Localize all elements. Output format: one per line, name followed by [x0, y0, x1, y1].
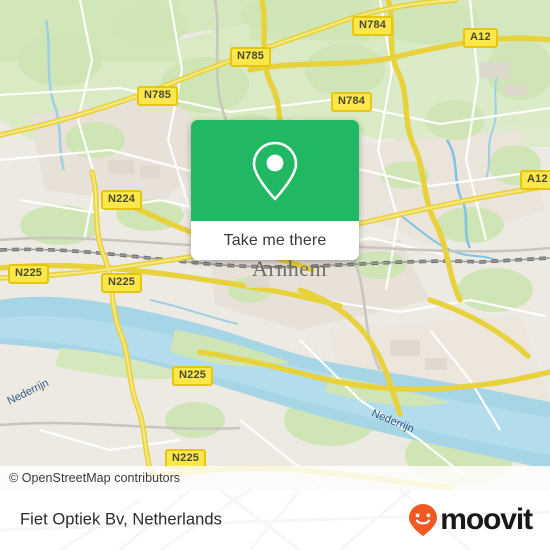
screenshot-root: N784 A12 N785 N785 N784 A12 N224 N225 N2…	[0, 0, 550, 550]
take-me-there-button[interactable]: Take me there	[191, 221, 359, 260]
road-shield: N784	[331, 92, 373, 112]
road-shield: A12	[520, 170, 550, 190]
osm-attribution-text: © OpenStreetMap contributors	[9, 471, 181, 485]
moovit-brand: moovit	[407, 503, 533, 537]
road-shield: N224	[101, 190, 143, 210]
road-shield: N225	[172, 366, 214, 386]
location-pin-icon	[252, 141, 298, 200]
road-shield: N785	[230, 47, 272, 67]
take-me-there-label: Take me there	[223, 231, 327, 249]
road-shield: N784	[352, 16, 394, 36]
map-canvas[interactable]: N784 A12 N785 N785 N784 A12 N224 N225 N2…	[0, 0, 550, 490]
moovit-pin-icon	[409, 504, 438, 536]
road-shield: N225	[8, 264, 50, 284]
moovit-wordmark: moovit	[440, 503, 533, 536]
road-shield: N785	[137, 86, 179, 106]
card-pin-area	[191, 120, 359, 221]
footer-bar: Fiet Optiek Bv, Netherlands moovit	[0, 490, 550, 550]
map-attribution-bar: © OpenStreetMap contributors	[0, 466, 550, 490]
road-shield: N225	[101, 273, 143, 293]
place-title: Fiet Optiek Bv, Netherlands	[20, 510, 222, 529]
road-shield: A12	[463, 28, 498, 48]
destination-card[interactable]: Take me there	[191, 120, 359, 260]
